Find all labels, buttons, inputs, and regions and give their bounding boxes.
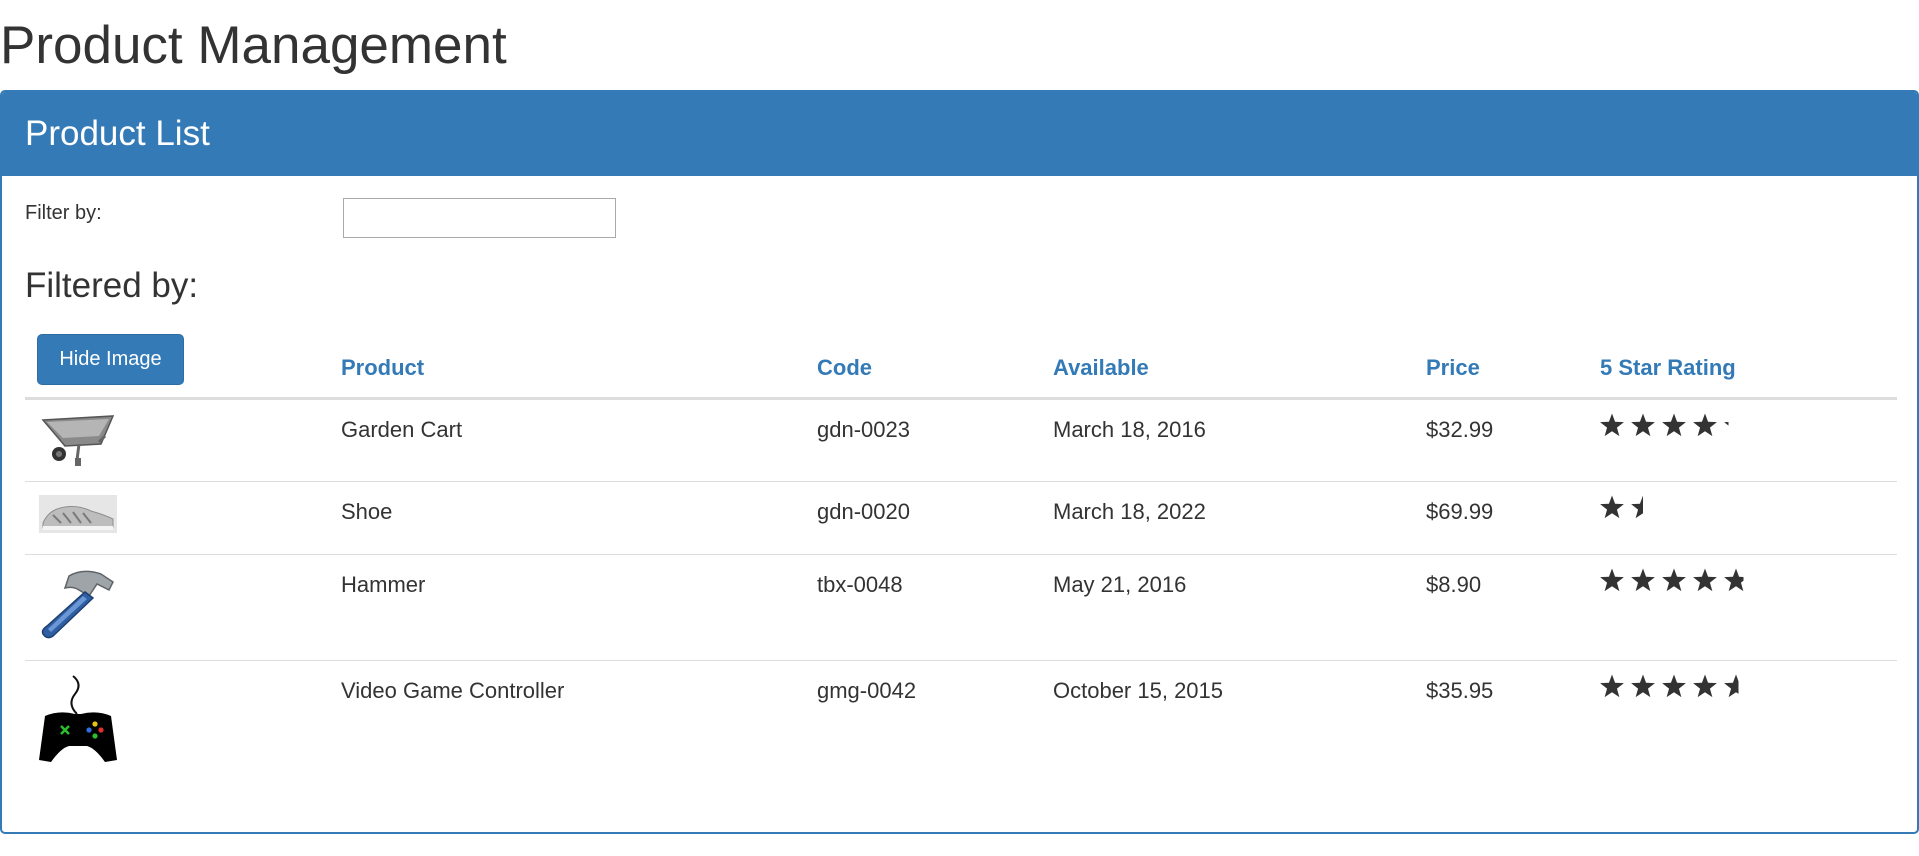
star-icon (1724, 674, 1739, 698)
product-available: May 21, 2016 (1053, 572, 1187, 597)
column-header-code[interactable]: Code (817, 355, 872, 381)
product-name: Garden Cart (341, 417, 463, 442)
row-divider (25, 554, 1897, 555)
product-name: Shoe (341, 499, 393, 524)
hide-image-button[interactable]: Hide Image (37, 334, 184, 385)
product-list-panel: Product List Filter by: Filtered by: Hid… (0, 90, 1919, 834)
product-code: gdn-0023 (817, 417, 910, 442)
filter-input[interactable] (343, 198, 616, 238)
product-price: $8.90 (1426, 572, 1482, 597)
star-icon (1693, 674, 1717, 698)
product-name: Hammer (341, 572, 426, 597)
product-price: $69.99 (1426, 499, 1494, 524)
star-icon (1631, 568, 1655, 592)
game-controller-image (39, 675, 117, 762)
shoe-image (39, 495, 117, 533)
star-icon (1600, 674, 1624, 698)
panel-title: Product List (25, 114, 210, 153)
wheelbarrow-image (41, 415, 115, 466)
product-available: October 15, 2015 (1053, 678, 1224, 703)
star-icon (1631, 495, 1643, 519)
star-icon (1600, 568, 1624, 592)
row-divider (25, 481, 1897, 482)
product-price: $32.99 (1426, 417, 1494, 442)
product-code: gmg-0042 (817, 678, 917, 703)
star-rating (1600, 413, 1729, 437)
product-code: gdn-0020 (817, 499, 910, 524)
star-icon (1631, 674, 1655, 698)
column-header-product[interactable]: Product (341, 355, 424, 381)
column-header-price[interactable]: Price (1426, 355, 1480, 381)
product-price: $35.95 (1426, 678, 1494, 703)
panel-heading: Product List (2, 92, 1917, 176)
filter-label: Filter by: (25, 202, 102, 224)
hammer-image (41, 570, 114, 639)
star-icon (1662, 674, 1686, 698)
star-rating (1600, 674, 1739, 698)
star-icon (1724, 421, 1729, 426)
header-divider (25, 397, 1897, 400)
star-icon (1693, 568, 1717, 592)
product-available: March 18, 2016 (1053, 417, 1206, 442)
star-icon (1631, 413, 1655, 437)
star-rating (1600, 495, 1643, 519)
star-icon (1600, 495, 1624, 519)
product-available: March 18, 2022 (1053, 499, 1206, 524)
row-divider (25, 660, 1897, 661)
star-icon (1662, 413, 1686, 437)
star-icon (1662, 568, 1686, 592)
column-header-available[interactable]: Available (1053, 355, 1149, 381)
star-icon (1724, 568, 1744, 592)
star-icon (1693, 413, 1717, 437)
star-rating (1600, 568, 1744, 592)
page-title: Product Management (0, 16, 507, 75)
column-header-rating[interactable]: 5 Star Rating (1600, 355, 1736, 381)
product-name: Video Game Controller (341, 678, 565, 703)
filtered-by-heading: Filtered by: (25, 266, 199, 305)
star-icon (1600, 413, 1624, 437)
product-code: tbx-0048 (817, 572, 903, 597)
